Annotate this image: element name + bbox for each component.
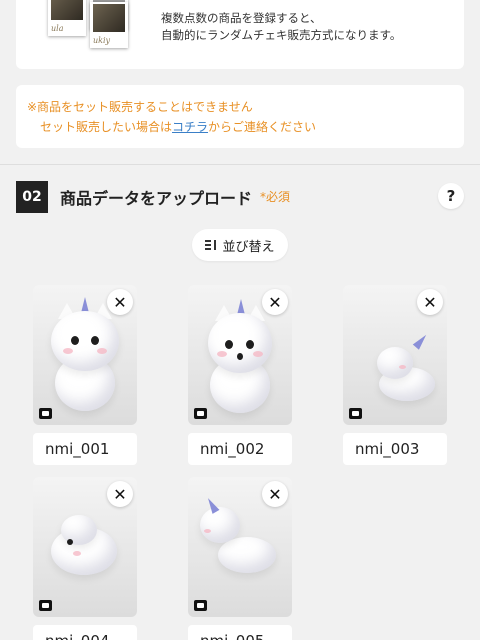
notice-text: からご連絡ください xyxy=(208,120,317,134)
image-type-icon xyxy=(39,600,52,611)
product-image[interactable]: ✕ xyxy=(188,285,292,425)
remove-item-button[interactable]: ✕ xyxy=(107,289,133,315)
sort-button-label: 並び替え xyxy=(222,239,275,255)
help-button[interactable]: ? xyxy=(438,183,464,209)
notice-line: セット販売したい場合はコチラからご連絡ください xyxy=(27,117,464,137)
description-line: 自動的にランダムチェキ販売方式になります。 xyxy=(161,28,402,42)
product-thumbnails-illustration: ula ukiy xyxy=(48,0,148,50)
polaroid-photo: ula xyxy=(48,0,86,36)
set-sale-notice: ※商品をセット販売することはできません セット販売したい場合はコチラからご連絡く… xyxy=(16,85,464,148)
polaroid-caption: ula xyxy=(51,24,64,33)
close-icon: ✕ xyxy=(268,484,282,504)
sort-icon xyxy=(205,239,217,251)
image-type-icon xyxy=(39,408,52,419)
product-image[interactable]: ✕ xyxy=(33,285,137,425)
remove-item-button[interactable]: ✕ xyxy=(262,481,288,507)
random-sale-description: 複数点数の商品を登録すると、 自動的にランダムチェキ販売方式になります。 xyxy=(161,10,401,44)
product-image[interactable]: ✕ xyxy=(343,285,447,425)
sort-button[interactable]: 並び替え xyxy=(192,229,288,261)
random-cheki-info-card: ula ukiy 複数点数の商品を登録すると、 自動的にランダムチェキ販売方式に… xyxy=(16,0,464,69)
remove-item-button[interactable]: ✕ xyxy=(417,289,443,315)
item-name-field[interactable]: nmi_002 xyxy=(188,433,292,465)
remove-item-button[interactable]: ✕ xyxy=(107,481,133,507)
notice-line: ※商品をセット販売することはできません xyxy=(27,100,253,114)
close-icon: ✕ xyxy=(113,292,127,312)
item-name-field[interactable]: nmi_001 xyxy=(33,433,137,465)
product-image[interactable]: ✕ xyxy=(188,477,292,617)
remove-item-button[interactable]: ✕ xyxy=(262,289,288,315)
item-name-field[interactable]: nmi_003 xyxy=(343,433,447,465)
product-image[interactable]: ✕ xyxy=(33,477,137,617)
item-name-field[interactable]: nmi_004 xyxy=(33,625,137,640)
notice-text: セット販売したい場合は xyxy=(40,120,173,134)
section-divider xyxy=(0,164,480,165)
section-title: 商品データをアップロード xyxy=(60,189,253,208)
close-icon: ✕ xyxy=(113,484,127,504)
image-type-icon xyxy=(194,408,207,419)
description-line: 複数点数の商品を登録すると、 xyxy=(161,11,322,25)
step-number-badge: 02 xyxy=(16,181,48,213)
contact-link[interactable]: コチラ xyxy=(172,120,208,134)
required-label: *必須 xyxy=(260,190,291,204)
image-type-icon xyxy=(194,600,207,611)
polaroid-caption: ukiy xyxy=(93,36,111,45)
close-icon: ✕ xyxy=(423,292,437,312)
close-icon: ✕ xyxy=(268,292,282,312)
image-type-icon xyxy=(349,408,362,419)
item-name-field[interactable]: nmi_005 xyxy=(188,625,292,640)
polaroid-photo: ukiy xyxy=(90,2,128,48)
